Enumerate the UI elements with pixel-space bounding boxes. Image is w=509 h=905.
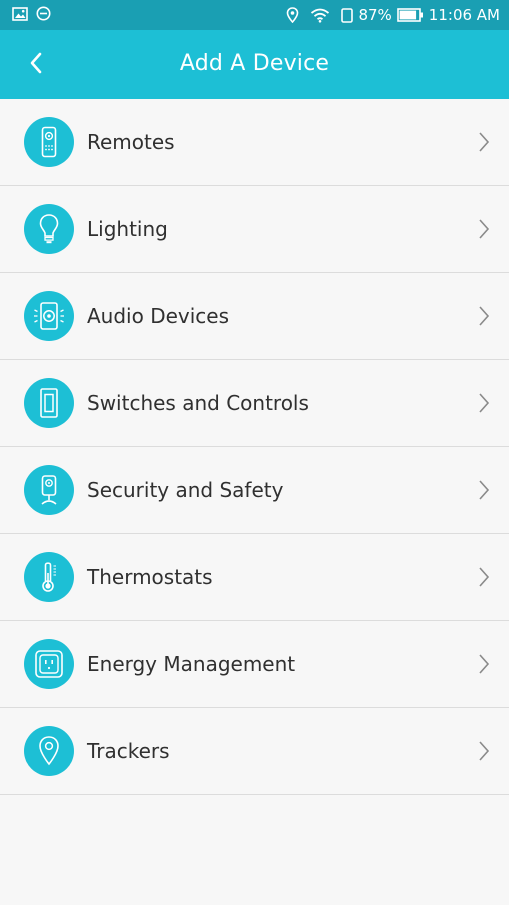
status-right-icons: 87% 11:06 AM [286, 6, 500, 24]
wifi-icon [310, 8, 330, 23]
chevron-right-icon [477, 566, 491, 588]
list-item-label: Energy Management [87, 652, 296, 676]
list-item-trackers[interactable]: Trackers [0, 708, 509, 795]
outlet-icon [24, 639, 74, 689]
list-item-security-and-safety[interactable]: Security and Safety [0, 447, 509, 534]
list-item-label: Switches and Controls [87, 391, 309, 415]
list-item-label: Remotes [87, 130, 175, 154]
chevron-right-icon [477, 740, 491, 762]
list-item-label: Audio Devices [87, 304, 230, 328]
tablet-icon [341, 7, 354, 23]
list-item-label: Trackers [87, 739, 170, 763]
chevron-right-icon [477, 653, 491, 675]
clock: 11:06 AM [428, 6, 500, 24]
chevron-right-icon [477, 305, 491, 327]
status-left-icons [12, 6, 51, 21]
chevron-right-icon [477, 131, 491, 153]
list-item-audio-devices[interactable]: Audio Devices [0, 273, 509, 360]
battery-percent: 87% [358, 6, 392, 24]
status-bar: 87% 11:06 AM [0, 0, 509, 30]
remote-icon [24, 117, 74, 167]
switch-icon [24, 378, 74, 428]
thermometer-icon [24, 552, 74, 602]
device-category-list: Remotes Lighting Audio Devices Switches … [0, 99, 509, 795]
list-item-thermostats[interactable]: Thermostats [0, 534, 509, 621]
list-item-label: Lighting [87, 217, 168, 241]
list-item-switches-and-controls[interactable]: Switches and Controls [0, 360, 509, 447]
map-pin-icon [24, 726, 74, 776]
page-title: Add A Device [179, 51, 330, 76]
image-icon [12, 6, 28, 21]
list-item-label: Thermostats [87, 565, 213, 589]
list-item-label: Security and Safety [87, 478, 284, 502]
camera-icon [24, 465, 74, 515]
chevron-right-icon [477, 218, 491, 240]
location-icon [286, 7, 299, 23]
list-item-remotes[interactable]: Remotes [0, 99, 509, 186]
chevron-right-icon [477, 479, 491, 501]
speaker-icon [24, 291, 74, 341]
chevron-right-icon [477, 392, 491, 414]
list-item-lighting[interactable]: Lighting [0, 186, 509, 273]
battery-icon [396, 8, 424, 22]
app-header: Add A Device [0, 30, 509, 99]
bulb-icon [24, 204, 74, 254]
list-item-energy-management[interactable]: Energy Management [0, 621, 509, 708]
minus-circle-icon [36, 6, 51, 21]
